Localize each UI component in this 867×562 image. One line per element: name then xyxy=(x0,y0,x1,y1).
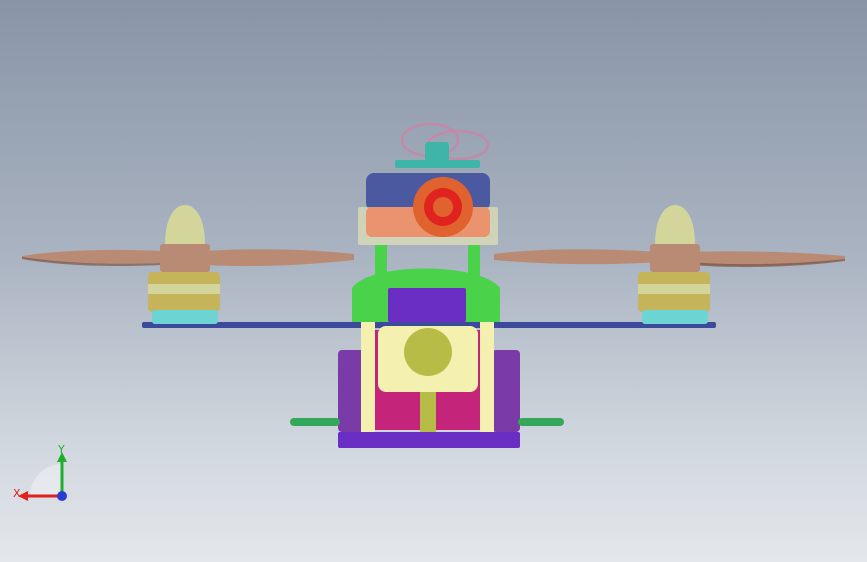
left-motor-stator-band xyxy=(148,284,220,294)
z-axis-dot xyxy=(57,491,67,501)
x-axis-label: X xyxy=(13,487,21,500)
right-motor-stator-band xyxy=(638,284,710,294)
y-axis-label: Y xyxy=(58,443,65,456)
camera-lens-core xyxy=(433,197,453,217)
gimbal-shaft xyxy=(420,392,436,434)
fpv-camera-unit xyxy=(358,173,498,245)
drone-model[interactable] xyxy=(0,0,867,562)
right-propeller-blade xyxy=(494,249,658,265)
right-motor xyxy=(638,205,710,324)
right-motor-base xyxy=(642,310,708,324)
side-leg-right xyxy=(492,350,520,432)
pillar-left xyxy=(361,322,375,434)
left-propeller-blade xyxy=(190,249,354,267)
gimbal-camera xyxy=(404,328,452,376)
skid-left xyxy=(290,418,340,426)
triad-plane xyxy=(30,464,62,496)
bottom-plate xyxy=(338,432,520,448)
battery-pack xyxy=(388,288,466,322)
left-motor-bell xyxy=(165,205,205,245)
left-motor-base xyxy=(152,310,218,324)
skid-right xyxy=(518,418,564,426)
right-motor-hub xyxy=(650,244,700,272)
antenna-base xyxy=(395,160,480,168)
right-motor-bell xyxy=(655,205,695,245)
pillar-right xyxy=(480,322,494,434)
left-motor-hub xyxy=(160,244,210,272)
fpv-antenna xyxy=(395,122,490,168)
graphics-viewport[interactable]: X Y xyxy=(0,0,867,562)
